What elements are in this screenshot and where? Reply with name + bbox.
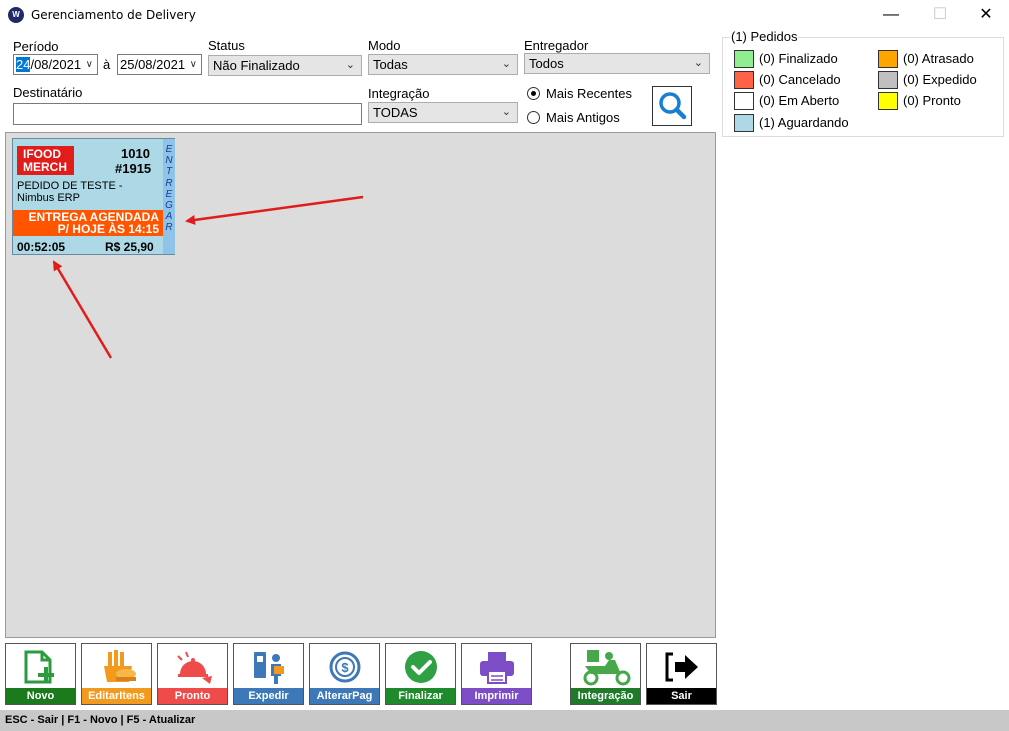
novo-button[interactable]: Novo [5,643,76,705]
status-bar: ESC - Sair | F1 - Novo | F5 - Atualizar [0,710,1009,731]
printer-icon [462,646,531,688]
finalizar-button[interactable]: Finalizar [385,643,456,705]
finalizar-label: Finalizar [386,688,455,704]
pronto-button[interactable]: Pronto [157,643,228,705]
integracao-button[interactable]: Integração [570,643,641,705]
check-icon [386,646,455,688]
annotation-arrow-bottom [52,260,113,359]
expedir-button[interactable]: Expedir [233,643,304,705]
scooter-icon [571,646,640,688]
delivery-person-icon [234,646,303,688]
imprimir-button[interactable]: Imprimir [461,643,532,705]
sair-button[interactable]: Sair [646,643,717,705]
exit-icon [647,646,716,688]
editaritens-button[interactable]: EditarItens [81,643,152,705]
food-icon [82,646,151,688]
editaritens-label: EditarItens [82,688,151,704]
expedir-label: Expedir [234,688,303,704]
pronto-label: Pronto [158,688,227,704]
alterarpag-button[interactable]: $ AlterarPag [309,643,380,705]
bell-icon [158,646,227,688]
svg-text:$: $ [341,660,349,675]
new-document-icon [6,646,75,688]
alterarpag-label: AlterarPag [310,688,379,704]
sair-label: Sair [647,688,716,704]
novo-label: Novo [6,688,75,704]
payment-icon: $ [310,646,379,688]
integracao-label: Integração [571,688,640,704]
annotation-arrows [52,195,364,359]
imprimir-label: Imprimir [462,688,531,704]
annotation-arrow-right [185,195,364,225]
